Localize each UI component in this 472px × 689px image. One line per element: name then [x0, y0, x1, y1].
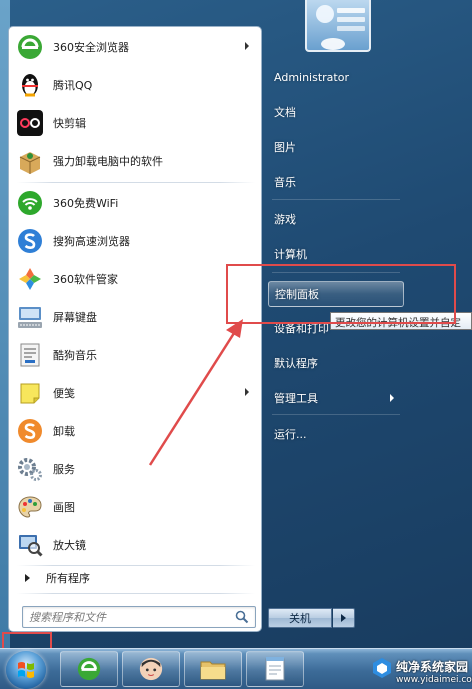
program-label: 酷狗音乐 [53, 349, 97, 362]
right-item-label: 运行... [274, 428, 307, 441]
services-gear-icon [15, 454, 45, 484]
program-label: 便笺 [53, 387, 75, 400]
right-item-label: 计算机 [274, 248, 307, 261]
paint-palette-icon [15, 492, 45, 522]
program-360-browser[interactable]: 360安全浏览器 [13, 29, 257, 65]
right-item-games[interactable]: 游戏 [268, 206, 404, 232]
wifi-icon [15, 188, 45, 218]
program-360-software-manager[interactable]: 360软件管家 [13, 261, 257, 297]
program-label: 360安全浏览器 [53, 41, 129, 54]
notepad-icon [265, 657, 285, 681]
video-editor-icon [15, 108, 45, 138]
right-item-pictures[interactable]: 图片 [268, 134, 404, 160]
menu-separator [17, 182, 255, 183]
start-button[interactable] [6, 651, 46, 689]
right-item-admin-tools[interactable]: 管理工具 [268, 385, 404, 411]
program-sogou-browser[interactable]: 搜狗高速浏览器 [13, 223, 257, 259]
shutdown-button[interactable]: 关机 [268, 608, 332, 628]
right-separator [272, 199, 400, 200]
uninstaller-box-icon [15, 146, 45, 176]
program-video-editor[interactable]: 快剪辑 [13, 105, 257, 141]
submenu-arrow-icon [245, 42, 249, 50]
program-sticky-notes[interactable]: 便笺 [13, 375, 257, 411]
right-item-label: 文档 [274, 106, 296, 119]
program-services[interactable]: 服务 [13, 451, 257, 487]
qq-penguin-icon [15, 70, 45, 100]
program-qq[interactable]: 腾讯QQ [13, 67, 257, 103]
uninstall-icon [15, 416, 45, 446]
user-avatar-icon [139, 657, 163, 681]
taskbar-user-app[interactable] [122, 651, 180, 687]
right-separator [272, 414, 400, 415]
all-programs-arrow-icon [25, 574, 30, 582]
user-name-label: Administrator [274, 70, 349, 84]
shutdown-label: 关机 [289, 612, 311, 625]
user-picture-icon [316, 5, 365, 50]
keyboard-icon [15, 302, 45, 332]
magnifier-icon [15, 530, 45, 560]
taskbar-360-browser[interactable] [60, 651, 118, 687]
program-label: 腾讯QQ [53, 79, 93, 92]
search-box [22, 606, 256, 628]
program-kugou-music[interactable]: 酷狗音乐 [13, 337, 257, 373]
taskbar-file-explorer[interactable] [184, 651, 242, 687]
kugou-music-icon [15, 340, 45, 370]
file-explorer-icon [200, 661, 226, 680]
program-label: 快剪辑 [53, 117, 86, 130]
windows-logo-icon [18, 662, 34, 678]
right-item-label: 图片 [274, 141, 296, 154]
program-uninstall[interactable]: 卸载 [13, 413, 257, 449]
search-input[interactable] [23, 607, 231, 627]
program-360-wifi[interactable]: 360免费WiFi [13, 185, 257, 221]
all-programs-button[interactable]: 所有程序 [17, 565, 257, 591]
watermark-title: 纯净系统家园 [396, 659, 469, 674]
software-manager-icon [15, 264, 45, 294]
program-label: 360免费WiFi [53, 197, 119, 210]
program-on-screen-keyboard[interactable]: 屏幕键盘 [13, 299, 257, 335]
program-label: 屏幕键盘 [53, 311, 97, 324]
search-icon[interactable] [235, 610, 249, 624]
user-folder-administrator[interactable]: Administrator [268, 64, 404, 90]
right-item-label: 管理工具 [274, 392, 318, 405]
program-label: 放大镜 [53, 539, 86, 552]
submenu-arrow-icon [245, 388, 249, 396]
taskbar-notepad[interactable] [246, 651, 304, 687]
sogou-browser-icon [15, 226, 45, 256]
right-item-label: 默认程序 [274, 357, 318, 370]
watermark: 纯净系统家园 www.yidaimei.com [396, 654, 472, 688]
program-label: 服务 [53, 463, 75, 476]
program-label: 画图 [53, 501, 75, 514]
program-label: 卸载 [53, 425, 75, 438]
watermark-logo-icon [373, 658, 391, 678]
program-label: 搜狗高速浏览器 [53, 235, 130, 248]
right-item-label: 游戏 [274, 213, 296, 226]
program-label: 强力卸载电脑中的软件 [53, 155, 163, 168]
shutdown-options-button[interactable] [333, 608, 355, 628]
program-paint[interactable]: 画图 [13, 489, 257, 525]
360-browser-icon [15, 32, 45, 62]
sticky-note-icon [15, 378, 45, 408]
shutdown-arrow-icon [341, 614, 346, 622]
submenu-arrow-icon [390, 394, 394, 402]
right-item-music[interactable]: 音乐 [268, 169, 404, 195]
right-item-default-programs[interactable]: 默认程序 [268, 350, 404, 376]
right-item-documents[interactable]: 文档 [268, 99, 404, 125]
program-label: 360软件管家 [53, 273, 118, 286]
watermark-url: www.yidaimei.com [396, 674, 472, 685]
programs-pane: 360安全浏览器 腾讯QQ 快剪辑 强力卸载电脑中的软件 360免费WiFi 搜 [8, 26, 262, 632]
all-programs-label: 所有程序 [46, 572, 90, 585]
annotation-highlight-box [226, 264, 456, 324]
right-item-label: 音乐 [274, 176, 296, 189]
360-browser-icon [77, 657, 101, 681]
right-item-run[interactable]: 运行... [268, 421, 404, 447]
program-magnifier[interactable]: 放大镜 [13, 527, 257, 563]
user-picture[interactable] [305, 0, 371, 52]
program-uninstaller[interactable]: 强力卸载电脑中的软件 [13, 143, 257, 179]
menu-separator [17, 593, 255, 594]
